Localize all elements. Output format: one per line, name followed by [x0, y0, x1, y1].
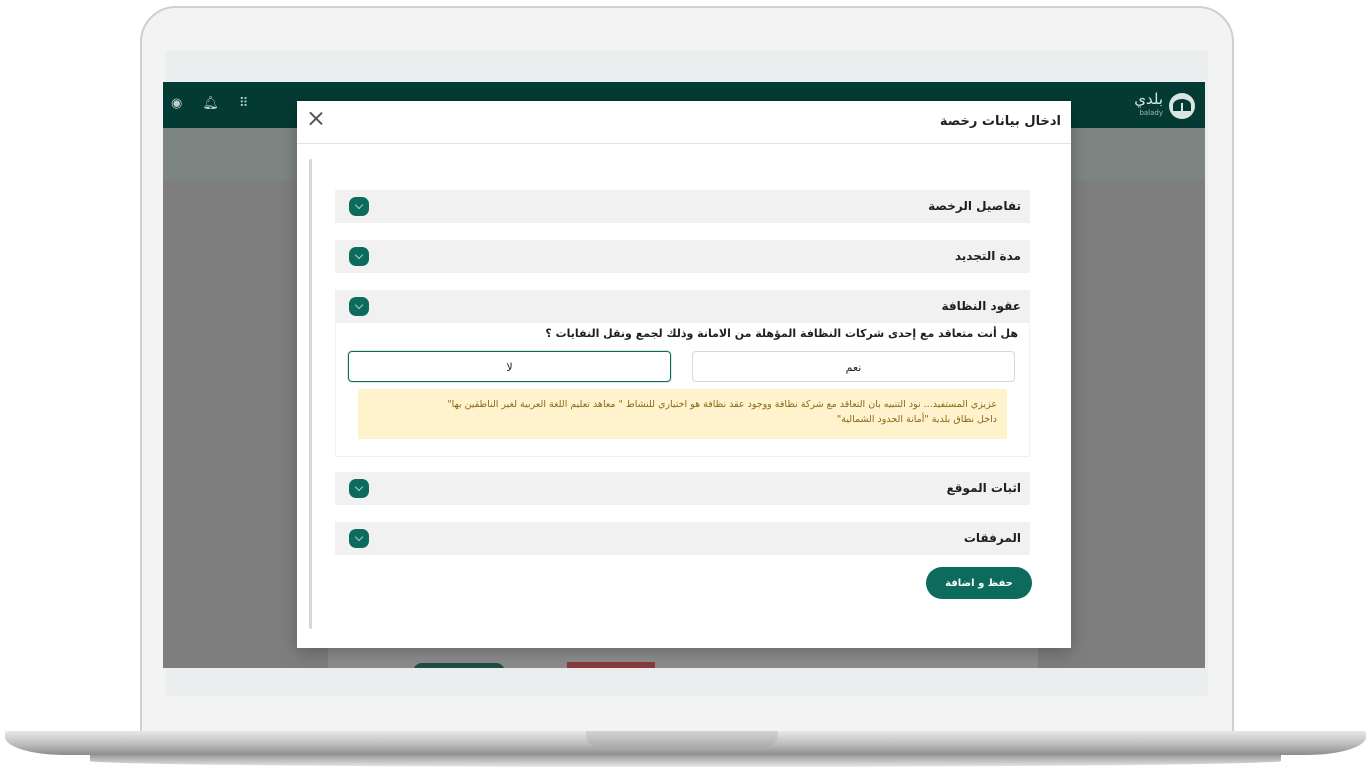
section-label: تفاصيل الرخصة	[928, 199, 1021, 213]
bell-icon[interactable]: 🔔︎	[202, 96, 219, 111]
background-red-button	[567, 662, 655, 668]
notice-line-2: داخل نطاق بلدية "أمانة الحدود الشمالية"	[836, 414, 997, 425]
section-cleaning-contracts[interactable]: عقود النظافة	[335, 290, 1030, 323]
chevron-down-icon[interactable]	[349, 197, 369, 216]
brand-sub: balady	[1139, 109, 1163, 117]
notice-line-1: عزيزي المستفيد... نود التنبيه بان التعاق…	[447, 399, 997, 410]
section-label: اثبات الموقع	[946, 481, 1021, 495]
section-renewal-period[interactable]: مدة التجديد	[335, 240, 1030, 273]
cleaning-contracts-body: هل أنت متعاقد مع إحدى شركات النظافة المؤ…	[335, 323, 1030, 457]
section-label: المرفقات	[963, 531, 1021, 545]
laptop-base-shadow	[90, 755, 1281, 767]
palm-logo-icon	[1169, 93, 1195, 119]
laptop-notch	[586, 731, 778, 748]
user-icon[interactable]: ◉	[171, 96, 182, 111]
notice-alert: عزيزي المستفيد... نود التنبيه بان التعاق…	[358, 389, 1007, 439]
option-no-button[interactable]: لا	[348, 351, 671, 382]
chevron-down-icon[interactable]	[349, 247, 369, 266]
section-location-proof[interactable]: اثبات الموقع	[335, 472, 1030, 505]
license-data-modal: ادخال بيانات رخصة تفاصيل الرخصة مدة التج…	[297, 101, 1071, 648]
close-icon[interactable]	[305, 108, 327, 130]
brand-name: بلدي balady	[1134, 92, 1163, 120]
scrollbar[interactable]	[309, 159, 312, 629]
chevron-down-icon[interactable]	[349, 479, 369, 498]
grid-icon[interactable]: ⠿	[239, 96, 249, 111]
top-icons: ◉ 🔔︎ ⠿	[171, 96, 248, 111]
brand-logo[interactable]: بلدي balady	[1134, 92, 1195, 120]
modal-title: ادخال بيانات رخصة	[939, 114, 1061, 129]
section-license-details[interactable]: تفاصيل الرخصة	[335, 190, 1030, 223]
section-label: مدة التجديد	[954, 249, 1021, 263]
section-attachments[interactable]: المرفقات	[335, 522, 1030, 555]
background-green-button	[413, 663, 505, 668]
section-label: عقود النظافة	[941, 299, 1021, 313]
chevron-down-icon[interactable]	[349, 529, 369, 548]
cleaning-question: هل أنت متعاقد مع إحدى شركات النظافة المؤ…	[545, 327, 1018, 340]
save-and-add-button[interactable]: حفظ و اضافة	[926, 567, 1032, 599]
modal-header: ادخال بيانات رخصة	[297, 101, 1071, 144]
chevron-down-icon[interactable]	[349, 297, 369, 316]
option-yes-button[interactable]: نعم	[692, 351, 1015, 382]
